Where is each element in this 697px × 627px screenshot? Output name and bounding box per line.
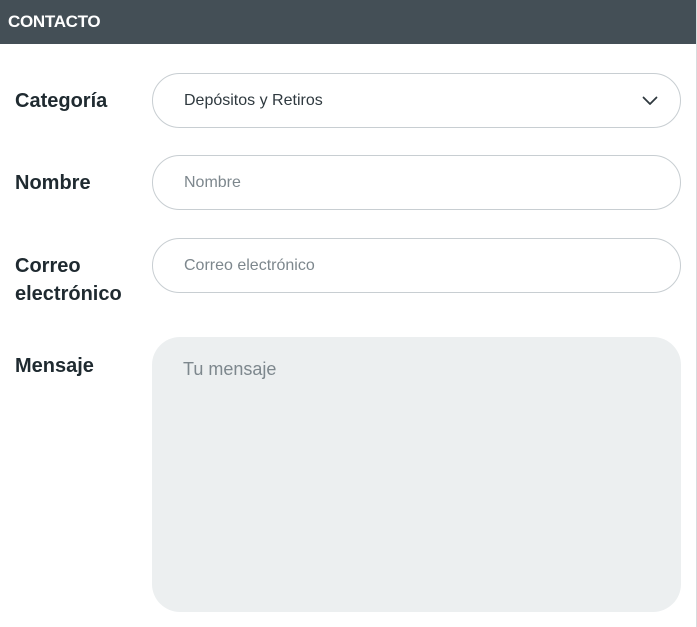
message-textarea[interactable]: [183, 359, 650, 590]
message-field-wrapper: [152, 337, 681, 612]
category-select[interactable]: Depósitos y Retiros: [152, 73, 681, 128]
contact-panel: CONTACTO Categoría Depósitos y Retiros N…: [0, 0, 697, 627]
chevron-down-icon: [640, 91, 660, 111]
message-label: Mensaje: [15, 355, 94, 377]
panel-header: CONTACTO: [0, 0, 696, 44]
panel-title: CONTACTO: [8, 12, 101, 31]
email-label: Correo electrónico: [15, 252, 122, 308]
name-field-wrapper: [152, 155, 681, 210]
email-label-line1: Correo: [15, 255, 81, 277]
email-field-wrapper: [152, 238, 681, 293]
category-label: Categoría: [15, 90, 108, 112]
category-selected-value: Depósitos y Retiros: [184, 91, 323, 109]
name-label: Nombre: [15, 172, 91, 194]
email-input[interactable]: [184, 256, 660, 275]
email-label-line2: electrónico: [15, 283, 122, 305]
name-input[interactable]: [184, 173, 660, 192]
